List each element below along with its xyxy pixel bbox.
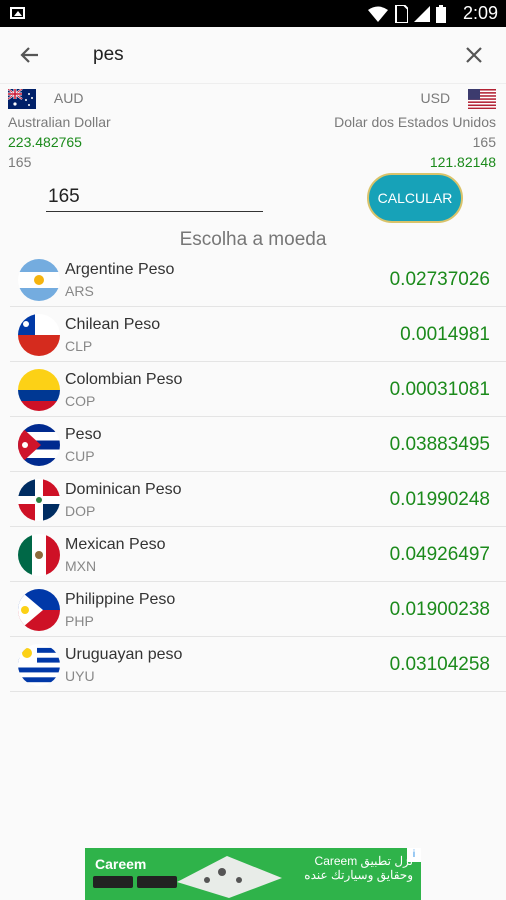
currency-code: COP [65,393,96,409]
currency-name: Philippine Peso [65,591,176,608]
currency-code: DOP [65,503,96,519]
signal-icon [414,6,430,22]
from-currency-panel: AUD Australian Dollar 223.482765 165 [7,88,111,172]
battery-icon [436,5,446,23]
usa-flag-icon [468,89,496,110]
currency-value: 0.03104258 [389,654,490,675]
australia-flag-icon [7,88,36,110]
calculate-button[interactable]: CALCULAR [367,173,463,223]
currency-code: CUP [65,448,95,464]
back-arrow-icon[interactable] [16,41,44,69]
image-notification-icon [10,7,25,19]
to-name: Dolar dos Estados Unidos [334,114,496,130]
cuba-flag-icon [18,424,60,466]
app-store-badge [93,876,133,888]
colombia-flag-icon [18,369,60,411]
no-sim-icon [395,5,408,23]
choose-currency-label: Escolha a moeda [179,229,327,250]
list-item[interactable]: Philippine Peso PHP 0.01900238 [10,582,506,637]
ad-brand: Careem [95,856,147,872]
list-item[interactable]: Uruguayan peso UYU 0.03104258 [10,637,506,692]
currency-name: Chilean Peso [65,316,161,333]
currency-value: 0.01990248 [389,489,490,510]
uruguay-flag-icon [18,644,60,686]
currency-name: Mexican Peso [65,536,166,553]
currency-code: UYU [65,668,95,684]
from-name: Australian Dollar [8,114,111,130]
ad-info-icon[interactable]: i [407,848,421,862]
ad-line-2: وحقايق وسيارتك عنده [304,868,413,882]
currency-code: ARS [65,283,94,299]
from-amount: 165 [8,154,32,170]
currency-code: PHP [65,613,94,629]
currency-list: Argentine Peso ARS 0.02737026 Chilean Pe… [10,252,506,692]
list-item[interactable]: Mexican Peso MXN 0.04926497 [10,527,506,582]
currency-code: MXN [65,558,97,574]
mexico-flag-icon [18,534,60,576]
currency-value: 0.0014981 [400,324,490,345]
list-item[interactable]: Peso CUP 0.03883495 [10,417,506,472]
from-rate: 223.482765 [8,134,82,150]
currency-value: 0.01900238 [389,599,490,620]
map-illustration-icon [177,856,282,898]
currency-value: 0.02737026 [389,269,490,290]
search-toolbar: pes [0,27,506,84]
currency-name: Colombian Peso [65,371,183,388]
currency-value: 0.04926497 [389,544,490,565]
dominican-flag-icon [18,479,60,521]
close-icon[interactable] [460,41,488,69]
list-item[interactable]: Argentine Peso ARS 0.02737026 [10,252,506,307]
ad-banner[interactable]: Careem Careem نزل تطبيق وحقايق وسيارتك ع… [85,848,421,900]
wifi-icon [368,6,388,22]
list-item[interactable]: Dominican Peso DOP 0.01990248 [10,472,506,527]
currency-code: CLP [65,338,93,354]
chile-flag-icon [18,314,60,356]
from-code: AUD [53,90,84,106]
currency-name: Peso [65,426,102,443]
currency-value: 0.03883495 [389,434,490,455]
philippines-flag-icon [18,589,60,631]
currency-name: Dominican Peso [65,481,182,498]
currency-name: Uruguayan peso [65,646,183,663]
list-item[interactable]: Chilean Peso CLP 0.0014981 [10,307,506,362]
status-time: 2:09 [462,3,498,23]
to-currency-panel: USD Dolar dos Estados Unidos 165 121.821… [334,88,496,172]
to-code: USD [420,90,451,106]
list-item[interactable]: Colombian Peso COP 0.00031081 [10,362,506,417]
currency-name: Argentine Peso [65,261,175,278]
status-icons [368,4,446,24]
argentina-flag-icon [18,259,60,301]
amount-input[interactable]: 165 [46,184,263,212]
ad-text: Careem نزل تطبيق وحقايق وسيارتك عنده [304,854,413,882]
to-result: 121.82148 [429,154,496,170]
status-bar: 2:09 [0,0,506,27]
search-input[interactable]: pes [93,44,124,66]
ad-line-1: Careem نزل تطبيق [314,854,413,868]
currency-value: 0.00031081 [389,379,490,400]
to-amount: 165 [472,134,496,150]
